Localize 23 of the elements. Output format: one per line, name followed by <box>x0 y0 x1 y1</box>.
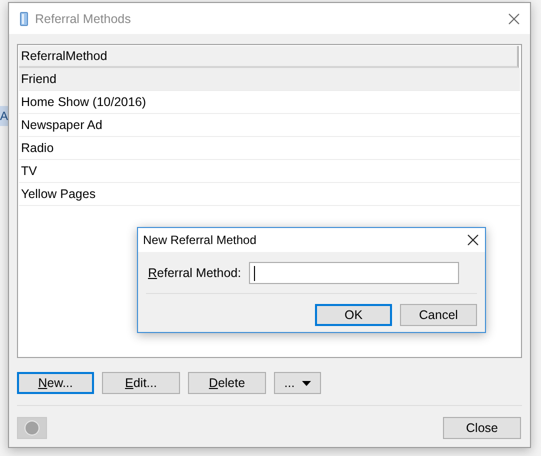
more-button[interactable]: ... <box>274 372 321 394</box>
window-title: Referral Methods <box>35 12 132 26</box>
table-row[interactable]: Home Show (10/2016) <box>19 91 520 114</box>
caret-icon <box>302 380 311 386</box>
input-field[interactable] <box>249 262 460 284</box>
table-row[interactable]: Yellow Pages <box>19 183 520 206</box>
field-label: Referral Method: <box>148 266 242 280</box>
column-header[interactable]: ReferralMethod <box>19 46 519 68</box>
window-icon <box>20 12 28 26</box>
table-row[interactable]: Newspaper Ad <box>19 114 520 137</box>
action-button[interactable]: Edit... <box>102 372 180 394</box>
table-row[interactable]: Radio <box>19 137 520 160</box>
circle-icon <box>24 420 40 436</box>
ok-button[interactable]: OK <box>315 304 392 326</box>
table-row[interactable]: TV <box>19 160 520 183</box>
close-button[interactable]: Close <box>443 417 521 439</box>
action-button[interactable]: Delete <box>188 372 266 394</box>
dialog-title: New Referral Method <box>143 233 256 247</box>
action-button[interactable]: New... <box>17 372 94 394</box>
side-tab[interactable]: A <box>0 106 8 126</box>
table-row[interactable]: Friend <box>19 68 520 91</box>
close-icon[interactable] <box>467 234 479 246</box>
cancel-button[interactable]: Cancel <box>400 304 477 326</box>
